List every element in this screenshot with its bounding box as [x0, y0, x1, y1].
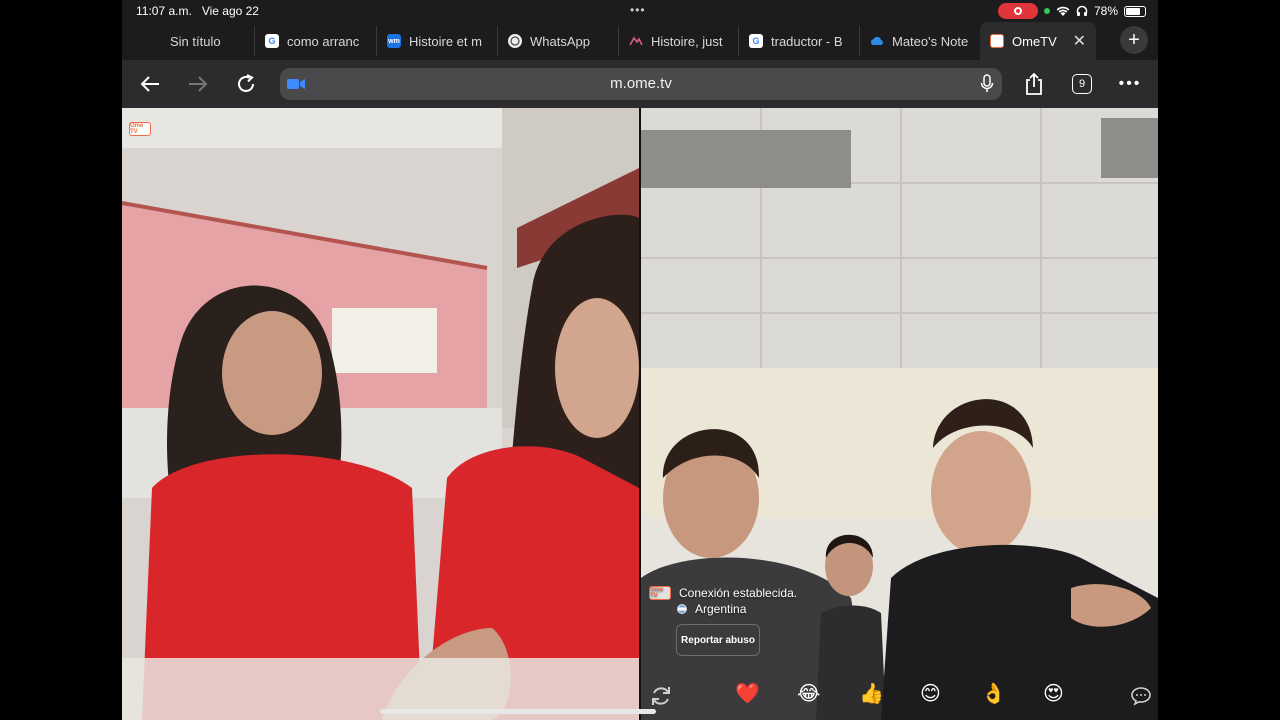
share-icon[interactable] [1020, 70, 1048, 98]
tab-sin-titulo[interactable]: Sin título [122, 26, 254, 56]
url-text: m.ome.tv [610, 75, 672, 92]
chat-icon[interactable] [1130, 686, 1152, 706]
ometv-logo: Ome TV [649, 586, 671, 600]
ok-hand-reaction-icon[interactable]: 👌 [981, 680, 1006, 708]
connection-overlay: Ome TV Conexión establecida. Argentina R… [649, 586, 797, 656]
multitasking-dots-icon[interactable]: ••• [630, 3, 646, 17]
address-bar[interactable]: m.ome.tv [280, 68, 1002, 100]
reaction-bar: ❤️ 😂 👍 😊 👌 😍 [641, 678, 1158, 712]
tab-count: 9 [1072, 74, 1092, 94]
video-chat-area: Ome TV Ome TV Conexión establecida. Arge… [122, 108, 1158, 720]
tab-switcher-button[interactable]: 9 [1068, 70, 1096, 98]
report-abuse-button[interactable]: Reportar abuso [676, 624, 760, 656]
tab-traductor[interactable]: G traductor - B [738, 26, 859, 56]
new-tab-button[interactable]: + [1120, 26, 1148, 54]
stranger-country: Argentina [695, 602, 747, 616]
back-icon[interactable] [136, 70, 164, 98]
argentina-flag-icon [677, 604, 687, 614]
onedrive-icon [870, 34, 884, 48]
wifi-icon [1056, 6, 1070, 16]
camera-in-use-dot-icon [1043, 8, 1050, 14]
status-date: Vie ago 22 [201, 4, 259, 18]
status-bar: 11:07 a.m. Vie ago 22 ••• 78% [122, 0, 1158, 22]
tab-whatsapp[interactable]: WhatsApp [497, 26, 618, 56]
tab-label: Sin título [170, 33, 221, 49]
tab-onedrive-notes[interactable]: Mateo's Note [859, 26, 980, 56]
tab-label: WhatsApp [530, 33, 590, 49]
headphones-icon [1076, 5, 1088, 16]
battery-percent: 78% [1093, 4, 1118, 18]
more-options-icon[interactable]: ••• [1116, 70, 1144, 98]
microphone-icon[interactable] [980, 74, 994, 94]
connection-status-text: Conexión establecida. [679, 586, 798, 600]
reload-icon[interactable] [232, 70, 260, 98]
battery-icon [1124, 5, 1146, 17]
heart-eyes-reaction-icon[interactable]: 😍 [1043, 680, 1064, 708]
tab-bar: Sin título G como arranc wm Histoire et … [122, 22, 1158, 60]
tab-label: OmeTV V [1012, 33, 1059, 49]
wiki-icon [629, 34, 643, 48]
close-tab-icon[interactable]: ✕ [1073, 31, 1086, 51]
smile-reaction-icon[interactable]: 😊 [920, 680, 941, 708]
screen-recording-indicator[interactable] [997, 3, 1038, 19]
local-camera-video: Ome TV [122, 108, 639, 720]
tab-histoire-wm[interactable]: wm Histoire et m [376, 26, 497, 56]
tab-label: traductor - B [771, 33, 843, 49]
tab-histoire-just[interactable]: Histoire, just [618, 26, 738, 56]
forward-icon[interactable] [184, 70, 212, 98]
laughing-reaction-icon[interactable]: 😂 [797, 680, 820, 708]
wm-icon: wm [387, 34, 401, 48]
whatsapp-icon [508, 34, 522, 48]
tab-ometv[interactable]: OmeTV V ✕ [980, 22, 1096, 60]
tab-label: como arranc [287, 33, 360, 49]
stranger-video: Ome TV Conexión establecida. Argentina R… [641, 108, 1158, 720]
heart-reaction-icon[interactable]: ❤️ [735, 680, 760, 708]
google-icon: G [265, 34, 279, 48]
browser-toolbar: m.ome.tv 9 ••• [122, 60, 1158, 108]
tab-label: Mateo's Note [892, 33, 969, 49]
google-icon: G [749, 34, 763, 48]
tab-label: Histoire, just [651, 33, 723, 49]
status-time: 11:07 a.m. [136, 4, 192, 18]
next-stranger-icon[interactable] [649, 684, 673, 708]
tab-label: Histoire et m [409, 33, 482, 49]
home-indicator[interactable] [380, 709, 656, 714]
tab-google-search[interactable]: G como arranc [254, 26, 376, 56]
ometv-logo: Ome TV [129, 122, 151, 136]
thumbs-up-reaction-icon[interactable]: 👍 [859, 680, 884, 708]
ometv-icon [990, 34, 1004, 48]
